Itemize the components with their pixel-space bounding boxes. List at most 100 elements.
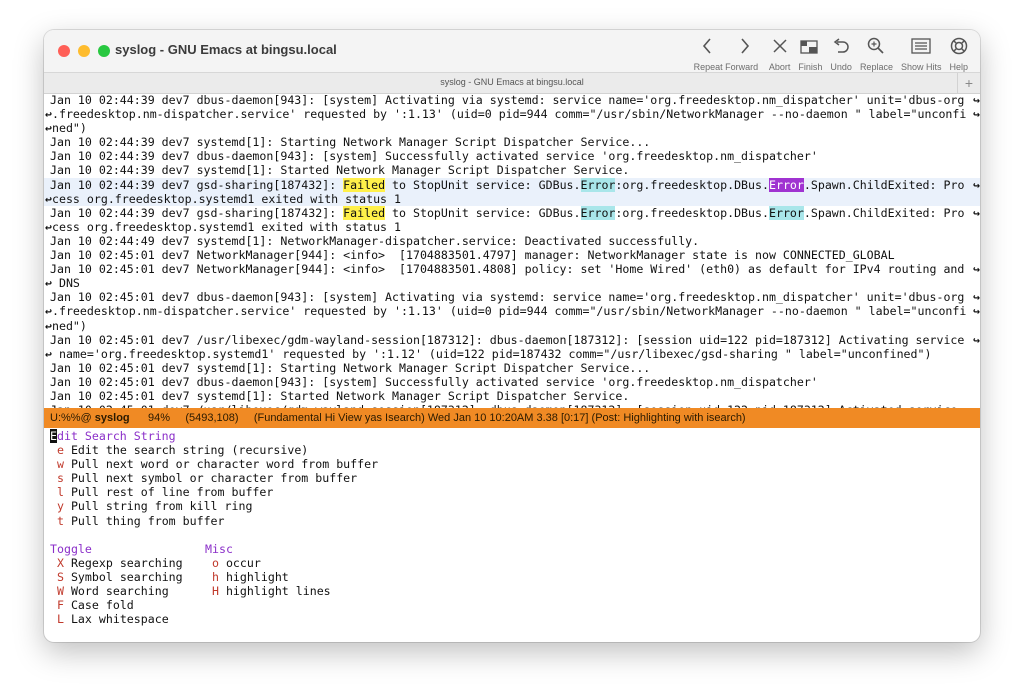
log-line[interactable]: Jan 10 02:45:01 dev7 /usr/libexec/gdm-wa… xyxy=(44,333,980,347)
toggle-misc-columns: Toggle X Regexp searching S Symbol searc… xyxy=(44,542,980,627)
tab-syslog[interactable]: syslog - GNU Emacs at bingsu.local xyxy=(44,77,980,87)
log-line[interactable]: ↩.freedesktop.nm-dispatcher.service' req… xyxy=(44,304,980,318)
misc-item-key: H xyxy=(211,584,219,599)
show-hits-button[interactable]: Show Hits xyxy=(901,36,941,72)
search-match: Error xyxy=(768,205,804,220)
edit-search-item-label: Pull rest of line from buffer xyxy=(70,485,274,500)
help-button[interactable]: Help xyxy=(949,36,968,72)
log-text: Jan 10 02:45:01 dev7 systemd[1]: Started… xyxy=(50,388,630,403)
abort-button[interactable]: Abort xyxy=(769,36,790,72)
toggle-item-label: Word searching xyxy=(70,584,169,599)
buffer-text-area[interactable]: Jan 10 02:44:39 dev7 dbus-daemon[943]: [… xyxy=(44,93,980,408)
edit-search-item[interactable]: e Edit the search string (recursive) xyxy=(44,443,980,457)
modeline-modes[interactable]: (Fundamental Hi View yas Isearch) Wed Ja… xyxy=(254,412,746,424)
misc-heading-text: Misc xyxy=(205,541,233,556)
log-text: Jan 10 02:44:39 dev7 systemd[1]: Startin… xyxy=(50,135,651,150)
log-line[interactable]: Jan 10 02:45:01 dev7 NetworkManager[944]… xyxy=(44,262,980,276)
toggle-item[interactable]: W Word searching xyxy=(44,584,199,598)
log-line[interactable]: Jan 10 02:44:39 dev7 systemd[1]: Started… xyxy=(44,163,980,177)
log-text: Jan 10 02:45:01 dev7 /usr/libexec/gdm-wa… xyxy=(50,332,965,347)
close-icon xyxy=(773,39,787,53)
wrap-right-indicator: ↪ xyxy=(972,177,980,192)
toggle-item[interactable]: F Case fold xyxy=(44,598,199,612)
misc-item[interactable]: h highlight xyxy=(199,570,331,584)
log-line[interactable]: Jan 10 02:45:01 dev7 dbus-daemon[943]: [… xyxy=(44,290,980,304)
close-window-button[interactable] xyxy=(58,45,70,57)
log-line[interactable]: Jan 10 02:44:39 dev7 dbus-daemon[943]: [… xyxy=(44,149,980,163)
toggle-heading: Toggle xyxy=(44,542,199,556)
edit-search-item[interactable]: y Pull string from kill ring xyxy=(44,499,980,513)
log-text: Jan 10 02:45:01 dev7 NetworkManager[944]… xyxy=(50,248,895,263)
chevron-right-icon[interactable] xyxy=(740,38,750,54)
title-bar: syslog - GNU Emacs at bingsu.local Repea… xyxy=(44,30,980,72)
search-match: Error xyxy=(580,177,616,192)
log-line[interactable]: ↩ned") xyxy=(44,121,980,135)
log-text: :org.freedesktop.DBus. xyxy=(615,177,769,192)
log-text: Jan 10 02:45:01 dev7 dbus-daemon[943]: [… xyxy=(50,290,965,305)
zoom-window-button[interactable] xyxy=(98,45,110,57)
log-text: .freedesktop.nm-dispatcher.service' requ… xyxy=(51,107,967,122)
edit-search-item-key: e xyxy=(56,443,64,458)
log-line[interactable]: Jan 10 02:45:01 dev7 dbus-daemon[943]: [… xyxy=(44,375,980,389)
misc-heading: Misc xyxy=(199,542,331,556)
search-match: Failed xyxy=(343,177,386,192)
modeline-status: U:%%@ xyxy=(50,412,92,424)
replace-label: Replace xyxy=(859,62,893,72)
log-line[interactable]: Jan 10 02:44:39 dev7 dbus-daemon[943]: [… xyxy=(44,93,980,107)
log-text: ned") xyxy=(51,121,87,136)
log-line[interactable]: Jan 10 02:44:39 dev7 systemd[1]: Startin… xyxy=(44,135,980,149)
edit-search-item-key: l xyxy=(56,485,64,500)
edit-search-item-label: Edit the search string (recursive) xyxy=(70,443,309,458)
toggle-item[interactable]: L Lax whitespace xyxy=(44,612,199,626)
log-line[interactable]: Jan 10 02:45:01 dev7 systemd[1]: Startin… xyxy=(44,361,980,375)
log-line[interactable]: ↩cess org.freedesktop.systemd1 exited wi… xyxy=(44,191,980,206)
edit-search-heading-text: dit Search String xyxy=(56,429,176,443)
edit-search-item[interactable]: w Pull next word or character word from … xyxy=(44,457,980,471)
log-line[interactable]: ↩ned") xyxy=(44,319,980,333)
log-line[interactable]: Jan 10 02:45:01 dev7 NetworkManager[944]… xyxy=(44,248,980,262)
log-line[interactable]: ↩ name='org.freedesktop.systemd1' reques… xyxy=(44,347,980,361)
edit-search-item[interactable]: l Pull rest of line from buffer xyxy=(44,485,980,499)
search-match: Error xyxy=(768,177,804,192)
log-text: cess org.freedesktop.systemd1 exited wit… xyxy=(51,219,401,234)
edit-search-heading: Edit Search String xyxy=(44,429,980,443)
misc-item[interactable]: H highlight lines xyxy=(199,584,331,598)
edit-search-item[interactable]: t Pull thing from buffer xyxy=(44,514,980,528)
wrap-left-indicator: ↩ xyxy=(45,219,52,234)
wrap-left-indicator: ↩ xyxy=(45,346,52,361)
log-line[interactable]: Jan 10 02:45:01 dev7 systemd[1]: Started… xyxy=(44,389,980,403)
toggle-group: Toggle X Regexp searching S Symbol searc… xyxy=(44,542,199,627)
list-icon xyxy=(911,38,931,54)
log-line[interactable]: Jan 10 02:44:49 dev7 systemd[1]: Network… xyxy=(44,234,980,248)
toggle-item-key: F xyxy=(56,598,64,613)
wrap-left-indicator: ↩ xyxy=(45,318,52,333)
replace-button[interactable]: Replace xyxy=(860,36,893,72)
transient-menu: Edit Search String e Edit the search str… xyxy=(44,429,980,642)
chevron-left-icon[interactable] xyxy=(702,38,712,54)
undo-label: Undo xyxy=(830,62,852,72)
finish-button[interactable]: Finish xyxy=(798,36,822,72)
toggle-items: X Regexp searching S Symbol searching W … xyxy=(44,556,199,626)
search-match: Error xyxy=(580,205,616,220)
edit-search-item[interactable]: s Pull next symbol or character from buf… xyxy=(44,471,980,485)
toggle-item[interactable]: S Symbol searching xyxy=(44,570,199,584)
help-label: Help xyxy=(949,62,968,72)
log-line[interactable]: ↩cess org.freedesktop.systemd1 exited wi… xyxy=(44,220,980,234)
misc-item[interactable]: o occur xyxy=(199,556,331,570)
log-line[interactable]: Jan 10 02:44:39 dev7 gsd-sharing[187432]… xyxy=(44,177,980,192)
new-tab-button[interactable]: + xyxy=(957,73,980,93)
log-line[interactable]: ↩ DNS xyxy=(44,276,980,290)
repeat-forward-button[interactable]: Repeat Forward xyxy=(691,36,761,72)
undo-button[interactable]: Undo xyxy=(830,36,852,72)
minimize-window-button[interactable] xyxy=(78,45,90,57)
log-text: Jan 10 02:45:01 dev7 dbus-daemon[943]: [… xyxy=(50,374,818,389)
log-line[interactable]: ↩.freedesktop.nm-dispatcher.service' req… xyxy=(44,107,980,121)
misc-group: Misc o occur h highlight H highlight lin… xyxy=(199,542,331,627)
log-text: Jan 10 02:44:39 dev7 dbus-daemon[943]: [… xyxy=(50,149,818,164)
toggle-item[interactable]: X Regexp searching xyxy=(44,556,199,570)
log-line[interactable]: Jan 10 02:44:39 dev7 gsd-sharing[187432]… xyxy=(44,205,980,220)
log-text: Jan 10 02:44:39 dev7 dbus-daemon[943]: [… xyxy=(50,93,965,107)
modeline-buffer-name[interactable]: syslog xyxy=(95,412,130,424)
wrap-right-indicator: ↪ xyxy=(973,290,980,305)
misc-items: o occur h highlight H highlight lines xyxy=(199,556,331,598)
